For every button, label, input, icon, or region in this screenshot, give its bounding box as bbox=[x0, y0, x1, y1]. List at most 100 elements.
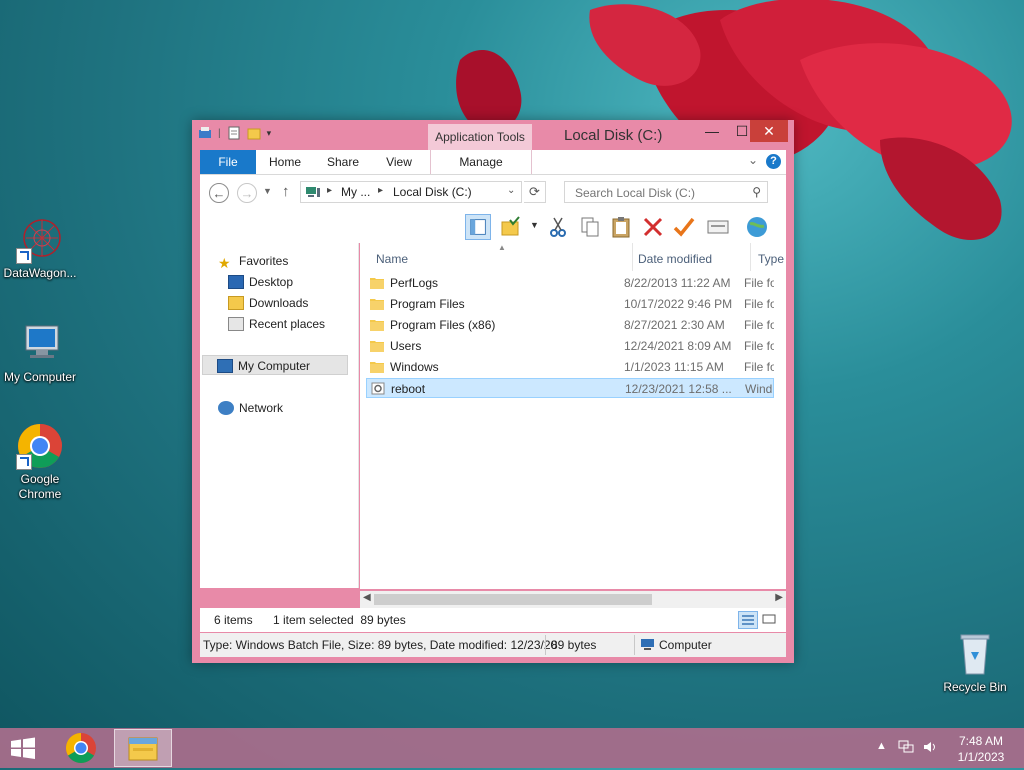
expand-ribbon-chevron-icon[interactable]: ⌄ bbox=[748, 153, 758, 167]
selection-info: 1 item selected 89 bytes bbox=[273, 613, 406, 627]
new-document-icon[interactable] bbox=[227, 126, 241, 140]
chrome-icon bbox=[16, 422, 64, 470]
tab-share[interactable]: Share bbox=[318, 150, 368, 174]
item-count: 6 items bbox=[214, 613, 253, 627]
selected-file-details: Type: Windows Batch File, Size: 89 bytes… bbox=[203, 638, 558, 652]
desktop-icon-google-chrome[interactable]: Google Chrome bbox=[0, 422, 80, 502]
breadcrumb-separator-icon[interactable]: ▸ bbox=[378, 185, 383, 196]
qat-separator: | bbox=[218, 127, 221, 139]
datawagon-icon bbox=[16, 216, 64, 264]
column-header-type[interactable]: Type bbox=[758, 247, 784, 271]
tab-home[interactable]: Home bbox=[262, 150, 308, 174]
refresh-button[interactable]: ⟳ bbox=[524, 181, 546, 203]
nav-item-network[interactable]: Network bbox=[218, 398, 283, 418]
horizontal-scrollbar[interactable]: ◀ ▶ bbox=[360, 591, 786, 608]
application-tools-tab-group: Application Tools bbox=[428, 124, 532, 150]
tab-view[interactable]: View bbox=[376, 150, 422, 174]
star-icon: ★ bbox=[218, 255, 231, 271]
desktop-icon-datawagon[interactable]: DataWagon... bbox=[0, 216, 80, 281]
column-header-date-modified[interactable]: Date modified bbox=[638, 247, 712, 271]
preview-pane-icon[interactable] bbox=[465, 214, 491, 240]
details-view-button[interactable] bbox=[738, 611, 758, 629]
breadcrumb-my-computer[interactable]: My ... bbox=[341, 185, 370, 199]
tab-manage[interactable]: Manage bbox=[430, 150, 532, 174]
column-divider[interactable] bbox=[632, 243, 633, 271]
file-date: 10/17/2022 9:46 PM bbox=[624, 297, 732, 311]
address-dropdown-icon[interactable]: ⌄ bbox=[507, 185, 515, 196]
rename-checkmark-icon[interactable] bbox=[671, 214, 697, 240]
network-tray-icon[interactable] bbox=[898, 740, 914, 754]
close-button[interactable]: ✕ bbox=[750, 120, 788, 142]
desktop-icon-label: DataWagon... bbox=[3, 266, 77, 280]
network-icon bbox=[218, 401, 234, 415]
delete-icon[interactable] bbox=[640, 214, 666, 240]
details-bar: Type: Windows Batch File, Size: 89 bytes… bbox=[200, 633, 786, 657]
nav-item-desktop[interactable]: Desktop bbox=[228, 272, 293, 292]
up-button[interactable]: ↑ bbox=[282, 183, 290, 200]
network-globe-icon[interactable] bbox=[744, 214, 770, 240]
file-row[interactable]: Windows 1/1/2023 11:15 AM File fo bbox=[366, 357, 774, 377]
new-folder-icon[interactable] bbox=[247, 126, 261, 140]
taskbar-file-explorer-button[interactable] bbox=[114, 729, 172, 767]
qat-dropdown-icon[interactable]: ▾ bbox=[267, 128, 272, 139]
details-divider bbox=[545, 635, 546, 655]
nav-item-recent-places[interactable]: Recent places bbox=[228, 314, 325, 334]
forward-button[interactable]: → bbox=[237, 183, 257, 203]
nav-item-label: Favorites bbox=[239, 254, 289, 268]
file-row[interactable]: Program Files (x86) 8/27/2021 2:30 AM Fi… bbox=[366, 315, 774, 335]
clock[interactable]: 7:48 AM 1/1/2023 bbox=[948, 733, 1014, 765]
nav-item-downloads[interactable]: Downloads bbox=[228, 293, 308, 313]
desktop-icon-recycle-bin[interactable]: Recycle Bin bbox=[935, 630, 1015, 695]
clock-time: 7:48 AM bbox=[958, 734, 1004, 748]
taskbar-chrome-button[interactable] bbox=[52, 729, 110, 767]
file-type: File fo bbox=[744, 297, 774, 311]
computer-icon bbox=[217, 359, 233, 373]
address-bar[interactable]: ▸ My ... ▸ Local Disk (C:) ⌄ bbox=[300, 181, 522, 203]
file-name: reboot bbox=[391, 382, 426, 396]
column-header-name[interactable]: Name bbox=[376, 247, 408, 271]
tab-file[interactable]: File bbox=[200, 150, 256, 174]
computer-icon bbox=[641, 639, 654, 650]
file-name: Program Files bbox=[390, 297, 465, 311]
large-icons-view-button[interactable] bbox=[760, 611, 780, 629]
scroll-left-arrow-icon[interactable]: ◀ bbox=[363, 592, 371, 603]
file-row[interactable]: PerfLogs 8/22/2013 11:22 AM File fo bbox=[366, 273, 774, 293]
nav-item-my-computer[interactable]: My Computer bbox=[202, 355, 348, 375]
paste-icon[interactable] bbox=[608, 214, 634, 240]
search-box[interactable]: ⚲ bbox=[564, 181, 768, 203]
explorer-window[interactable]: | ▾ Application Tools Local Disk (C:) — … bbox=[192, 120, 794, 663]
help-icon[interactable]: ? bbox=[766, 154, 781, 169]
file-date: 1/1/2023 11:15 AM bbox=[624, 360, 724, 374]
minimize-button[interactable]: — bbox=[697, 120, 727, 142]
properties-icon[interactable] bbox=[198, 126, 212, 140]
nav-item-label: My Computer bbox=[238, 359, 311, 373]
scroll-right-arrow-icon[interactable]: ▶ bbox=[775, 592, 783, 603]
breadcrumb-separator-icon[interactable]: ▸ bbox=[327, 185, 332, 196]
volume-icon[interactable] bbox=[922, 740, 938, 754]
select-dropdown-icon[interactable]: ▼ bbox=[530, 220, 539, 230]
scrollbar-thumb[interactable] bbox=[374, 594, 652, 605]
file-row-selected[interactable]: reboot 12/23/2021 12:58 ... Wind bbox=[366, 378, 774, 398]
nav-item-favorites[interactable]: ★ Favorites bbox=[218, 251, 288, 271]
file-row[interactable]: Program Files 10/17/2022 9:46 PM File fo bbox=[366, 294, 774, 314]
windows-start-icon[interactable] bbox=[6, 736, 40, 760]
file-row[interactable]: Users 12/24/2021 8:09 AM File fo bbox=[366, 336, 774, 356]
quick-access-toolbar: | ▾ bbox=[198, 126, 271, 140]
search-input[interactable] bbox=[573, 185, 747, 201]
column-divider[interactable] bbox=[750, 243, 751, 271]
cut-icon[interactable] bbox=[545, 214, 571, 240]
desktop-icon-my-computer[interactable]: My Computer bbox=[0, 320, 80, 385]
show-hidden-icons-icon[interactable]: ▲ bbox=[876, 740, 887, 752]
select-folder-icon[interactable] bbox=[498, 214, 524, 240]
search-icon[interactable]: ⚲ bbox=[752, 185, 761, 199]
nav-item-label: Desktop bbox=[249, 275, 294, 289]
file-name: Users bbox=[390, 339, 422, 353]
properties-dialog-icon[interactable] bbox=[705, 214, 731, 240]
taskbar: ▲ 7:48 AM 1/1/2023 bbox=[0, 728, 1024, 768]
shortcut-arrow-icon bbox=[16, 454, 32, 470]
breadcrumb-local-disk[interactable]: Local Disk (C:) bbox=[393, 185, 472, 199]
recent-locations-dropdown-icon[interactable]: ▼ bbox=[263, 186, 272, 196]
copy-icon[interactable] bbox=[577, 214, 603, 240]
title-bar[interactable]: | ▾ Application Tools Local Disk (C:) — … bbox=[192, 120, 794, 150]
back-button[interactable]: ← bbox=[209, 183, 229, 203]
